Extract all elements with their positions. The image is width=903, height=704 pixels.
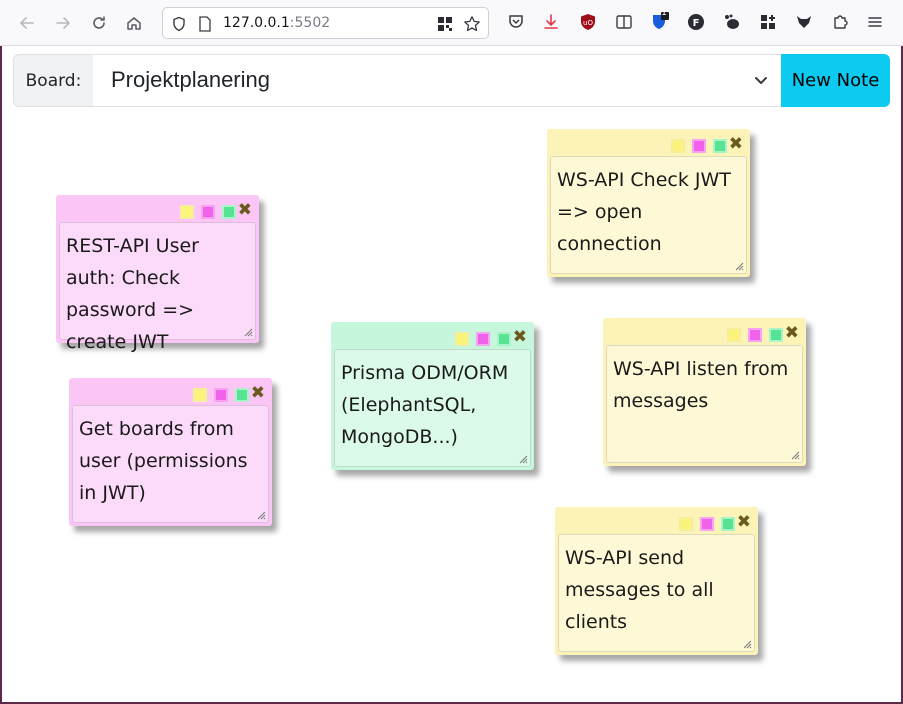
url-port: :5502 [289,15,331,31]
home-icon[interactable] [119,8,149,38]
svg-text:uO: uO [583,19,593,27]
note-textarea[interactable]: WS-API listen from messages [606,345,803,463]
resize-grip-icon[interactable] [734,261,744,271]
note-header[interactable]: ✖ [72,381,269,405]
new-note-button[interactable]: New Note [781,54,890,107]
color-green-swatch[interactable] [497,332,511,346]
back-icon[interactable] [12,8,42,38]
board-select[interactable]: Projektplanering [93,54,782,107]
color-green-swatch[interactable] [222,205,236,219]
sticky-note[interactable]: ✖ WS-API Check JWT => open connection [547,129,750,277]
extension-badge: 1 [661,8,667,18]
svg-text:F: F [693,18,700,29]
resize-grip-icon[interactable] [256,510,266,520]
reader-view-icon[interactable] [613,11,635,33]
board-select-value: Projektplanering [111,67,270,92]
note-header[interactable]: ✖ [550,132,747,156]
note-text: WS-API listen from messages [613,358,789,412]
url-text: 127.0.0.1:5502 [223,15,330,31]
sticky-note[interactable]: ✖ REST-API User auth: Check password => … [56,195,259,353]
extension-grid-icon[interactable] [757,11,779,33]
firefox-account-icon[interactable]: F [685,11,707,33]
note-text: REST-API User auth: Check password => cr… [66,235,199,353]
page-icon[interactable] [195,14,215,34]
close-icon[interactable]: ✖ [729,134,743,154]
color-yellow-swatch[interactable] [455,332,469,346]
browser-toolbar: 127.0.0.1:5502 uO 1 F [0,0,903,46]
board-selector-bar: Board: Projektplanering New Note [13,54,890,107]
fox-mask-icon[interactable] [793,11,815,33]
sticky-note[interactable]: ✖ WS-API listen from messages [603,318,806,466]
bookmark-star-icon[interactable] [462,14,482,34]
color-pink-swatch[interactable] [692,139,706,153]
note-textarea[interactable]: Get boards from user (permissions in JWT… [72,405,269,523]
color-yellow-swatch[interactable] [671,139,685,153]
board-label: Board: [13,54,94,107]
gnome-extension-icon[interactable] [721,11,743,33]
resize-grip-icon[interactable] [243,327,253,337]
close-icon[interactable]: ✖ [238,200,252,220]
color-yellow-swatch[interactable] [193,388,207,402]
color-green-swatch[interactable] [713,139,727,153]
close-icon[interactable]: ✖ [737,512,751,532]
note-textarea[interactable]: Prisma ODM/ORM (ElephantSQL, MongoDB...) [334,349,531,467]
download-icon[interactable] [540,11,562,33]
note-textarea[interactable]: WS-API send messages to all clients [558,534,755,652]
pocket-icon[interactable] [505,11,527,33]
color-green-swatch[interactable] [721,517,735,531]
color-pink-swatch[interactable] [201,205,215,219]
forward-icon[interactable] [48,8,78,38]
note-header[interactable]: ✖ [606,321,803,345]
color-pink-swatch[interactable] [700,517,714,531]
color-green-swatch[interactable] [235,388,249,402]
page-content: Board: Projektplanering New Note ✖ REST-… [2,46,901,702]
note-textarea[interactable]: REST-API User auth: Check password => cr… [59,222,256,353]
note-text: Get boards from user (permissions in JWT… [79,418,248,504]
color-yellow-swatch[interactable] [727,328,741,342]
resize-grip-icon[interactable] [790,450,800,460]
hamburger-menu-icon[interactable] [864,11,886,33]
close-icon[interactable]: ✖ [785,323,799,343]
resize-grip-icon[interactable] [742,639,752,649]
note-header[interactable]: ✖ [59,198,256,222]
color-yellow-swatch[interactable] [679,517,693,531]
color-green-swatch[interactable] [769,328,783,342]
shield-icon[interactable] [169,14,189,34]
bitwarden-icon[interactable]: 1 [649,8,671,33]
color-pink-swatch[interactable] [476,332,490,346]
color-yellow-swatch[interactable] [180,205,194,219]
note-textarea[interactable]: WS-API Check JWT => open connection [550,156,747,274]
sticky-note[interactable]: ✖ Prisma ODM/ORM (ElephantSQL, MongoDB..… [331,322,534,470]
close-icon[interactable]: ✖ [513,327,527,347]
reload-icon[interactable] [84,8,114,38]
sticky-note[interactable]: ✖ Get boards from user (permissions in J… [69,378,272,526]
note-text: WS-API Check JWT => open connection [557,169,731,255]
sticky-note[interactable]: ✖ WS-API send messages to all clients [555,507,758,655]
note-header[interactable]: ✖ [334,325,531,349]
chevron-down-icon [751,70,771,90]
color-pink-swatch[interactable] [214,388,228,402]
ublock-origin-icon[interactable]: uO [577,11,599,33]
extensions-puzzle-icon[interactable] [829,11,851,33]
close-icon[interactable]: ✖ [251,383,265,403]
note-text: Prisma ODM/ORM (ElephantSQL, MongoDB...) [341,362,509,448]
address-bar[interactable]: 127.0.0.1:5502 [162,7,489,39]
url-host: 127.0.0.1 [223,15,290,31]
note-text: WS-API send messages to all clients [565,547,714,633]
resize-grip-icon[interactable] [518,454,528,464]
color-pink-swatch[interactable] [748,328,762,342]
note-header[interactable]: ✖ [558,510,755,534]
qr-code-icon[interactable] [435,14,455,34]
